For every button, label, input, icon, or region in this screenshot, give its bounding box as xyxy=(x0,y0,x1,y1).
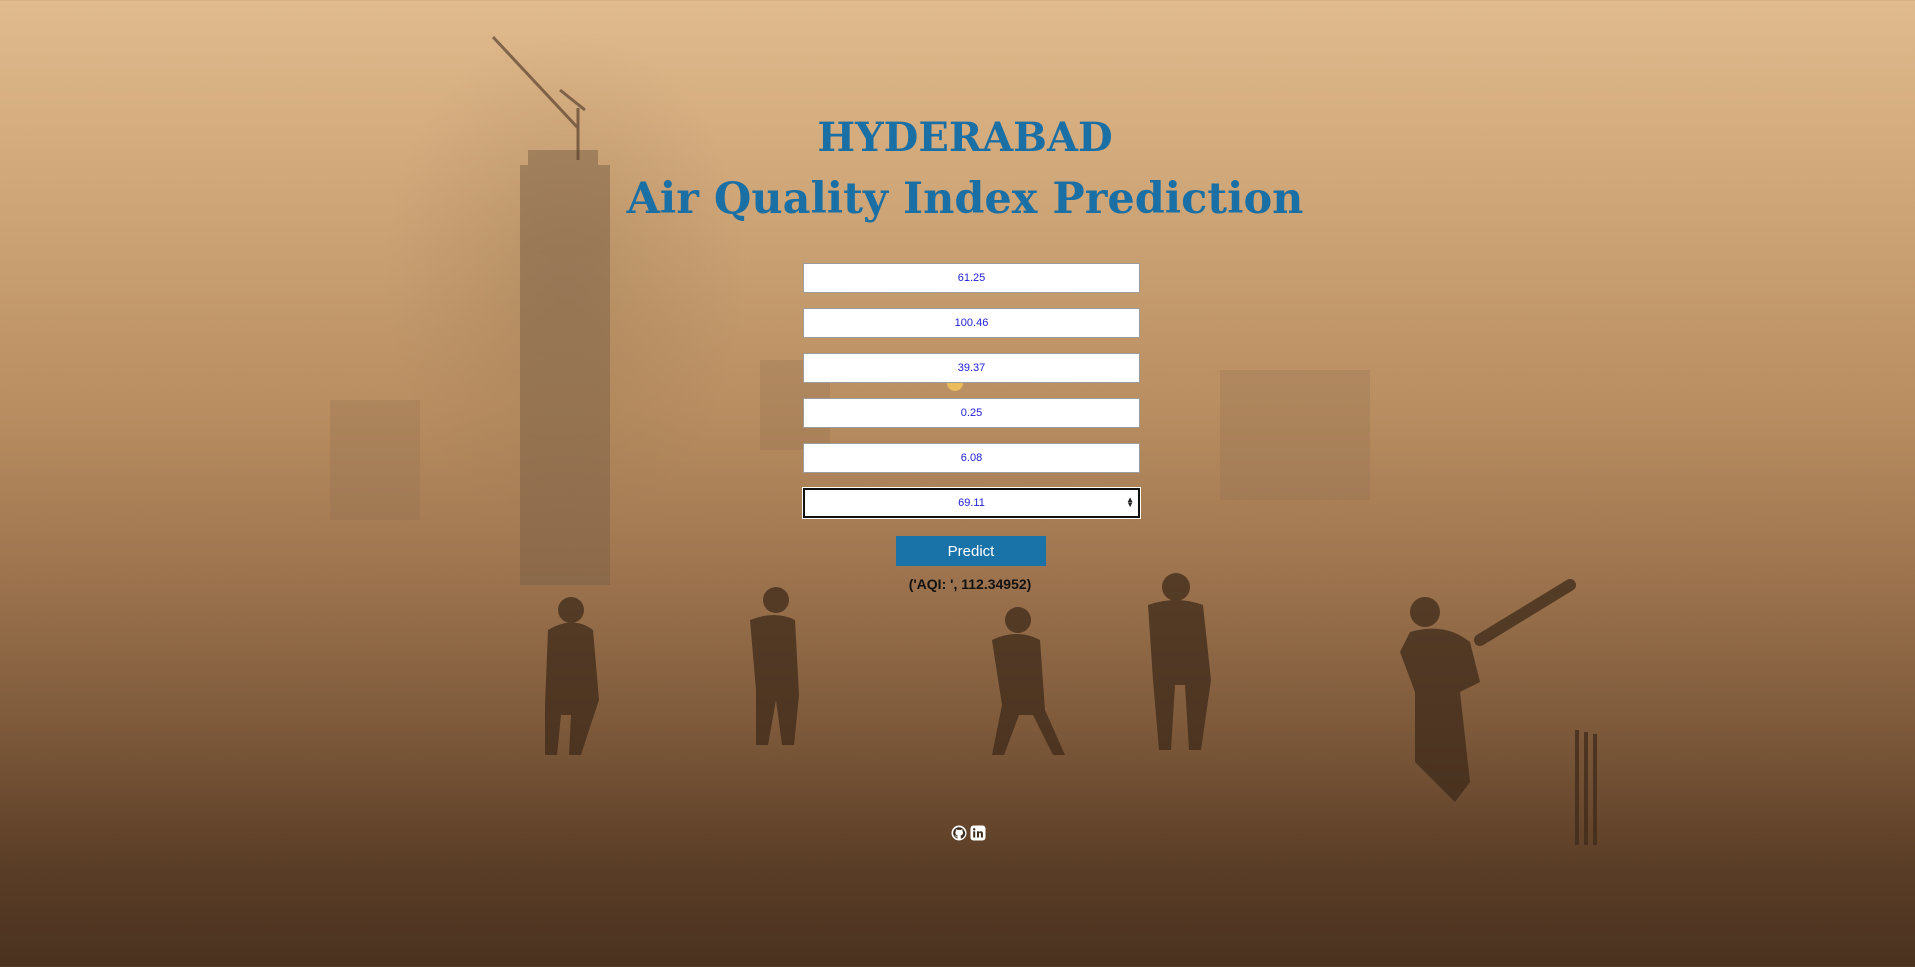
social-links xyxy=(951,825,986,841)
aqi-result: ('AQI: ', 112.34952) xyxy=(908,576,1032,592)
pollutant-input-4[interactable] xyxy=(803,398,1140,428)
pollutant-input-1[interactable] xyxy=(803,263,1140,293)
page-subtitle: Air Quality Index Prediction xyxy=(626,174,1304,224)
linkedin-icon[interactable] xyxy=(970,825,986,841)
pollutant-input-6[interactable] xyxy=(803,488,1140,518)
prediction-form: ▲▼ xyxy=(803,263,1140,533)
pollutant-input-6-wrapper: ▲▼ xyxy=(803,488,1140,518)
predict-button[interactable]: Predict xyxy=(896,536,1046,566)
city-title: HYDERABAD xyxy=(817,114,1113,161)
number-spinner-icon[interactable]: ▲ ▼ xyxy=(1126,496,1134,509)
pollutant-input-3[interactable] xyxy=(803,353,1140,383)
pollutant-input-5[interactable] xyxy=(803,443,1140,473)
page-header: HYDERABAD Air Quality Index Prediction xyxy=(0,110,1915,232)
pollutant-input-2[interactable] xyxy=(803,308,1140,338)
github-icon[interactable] xyxy=(951,825,967,841)
